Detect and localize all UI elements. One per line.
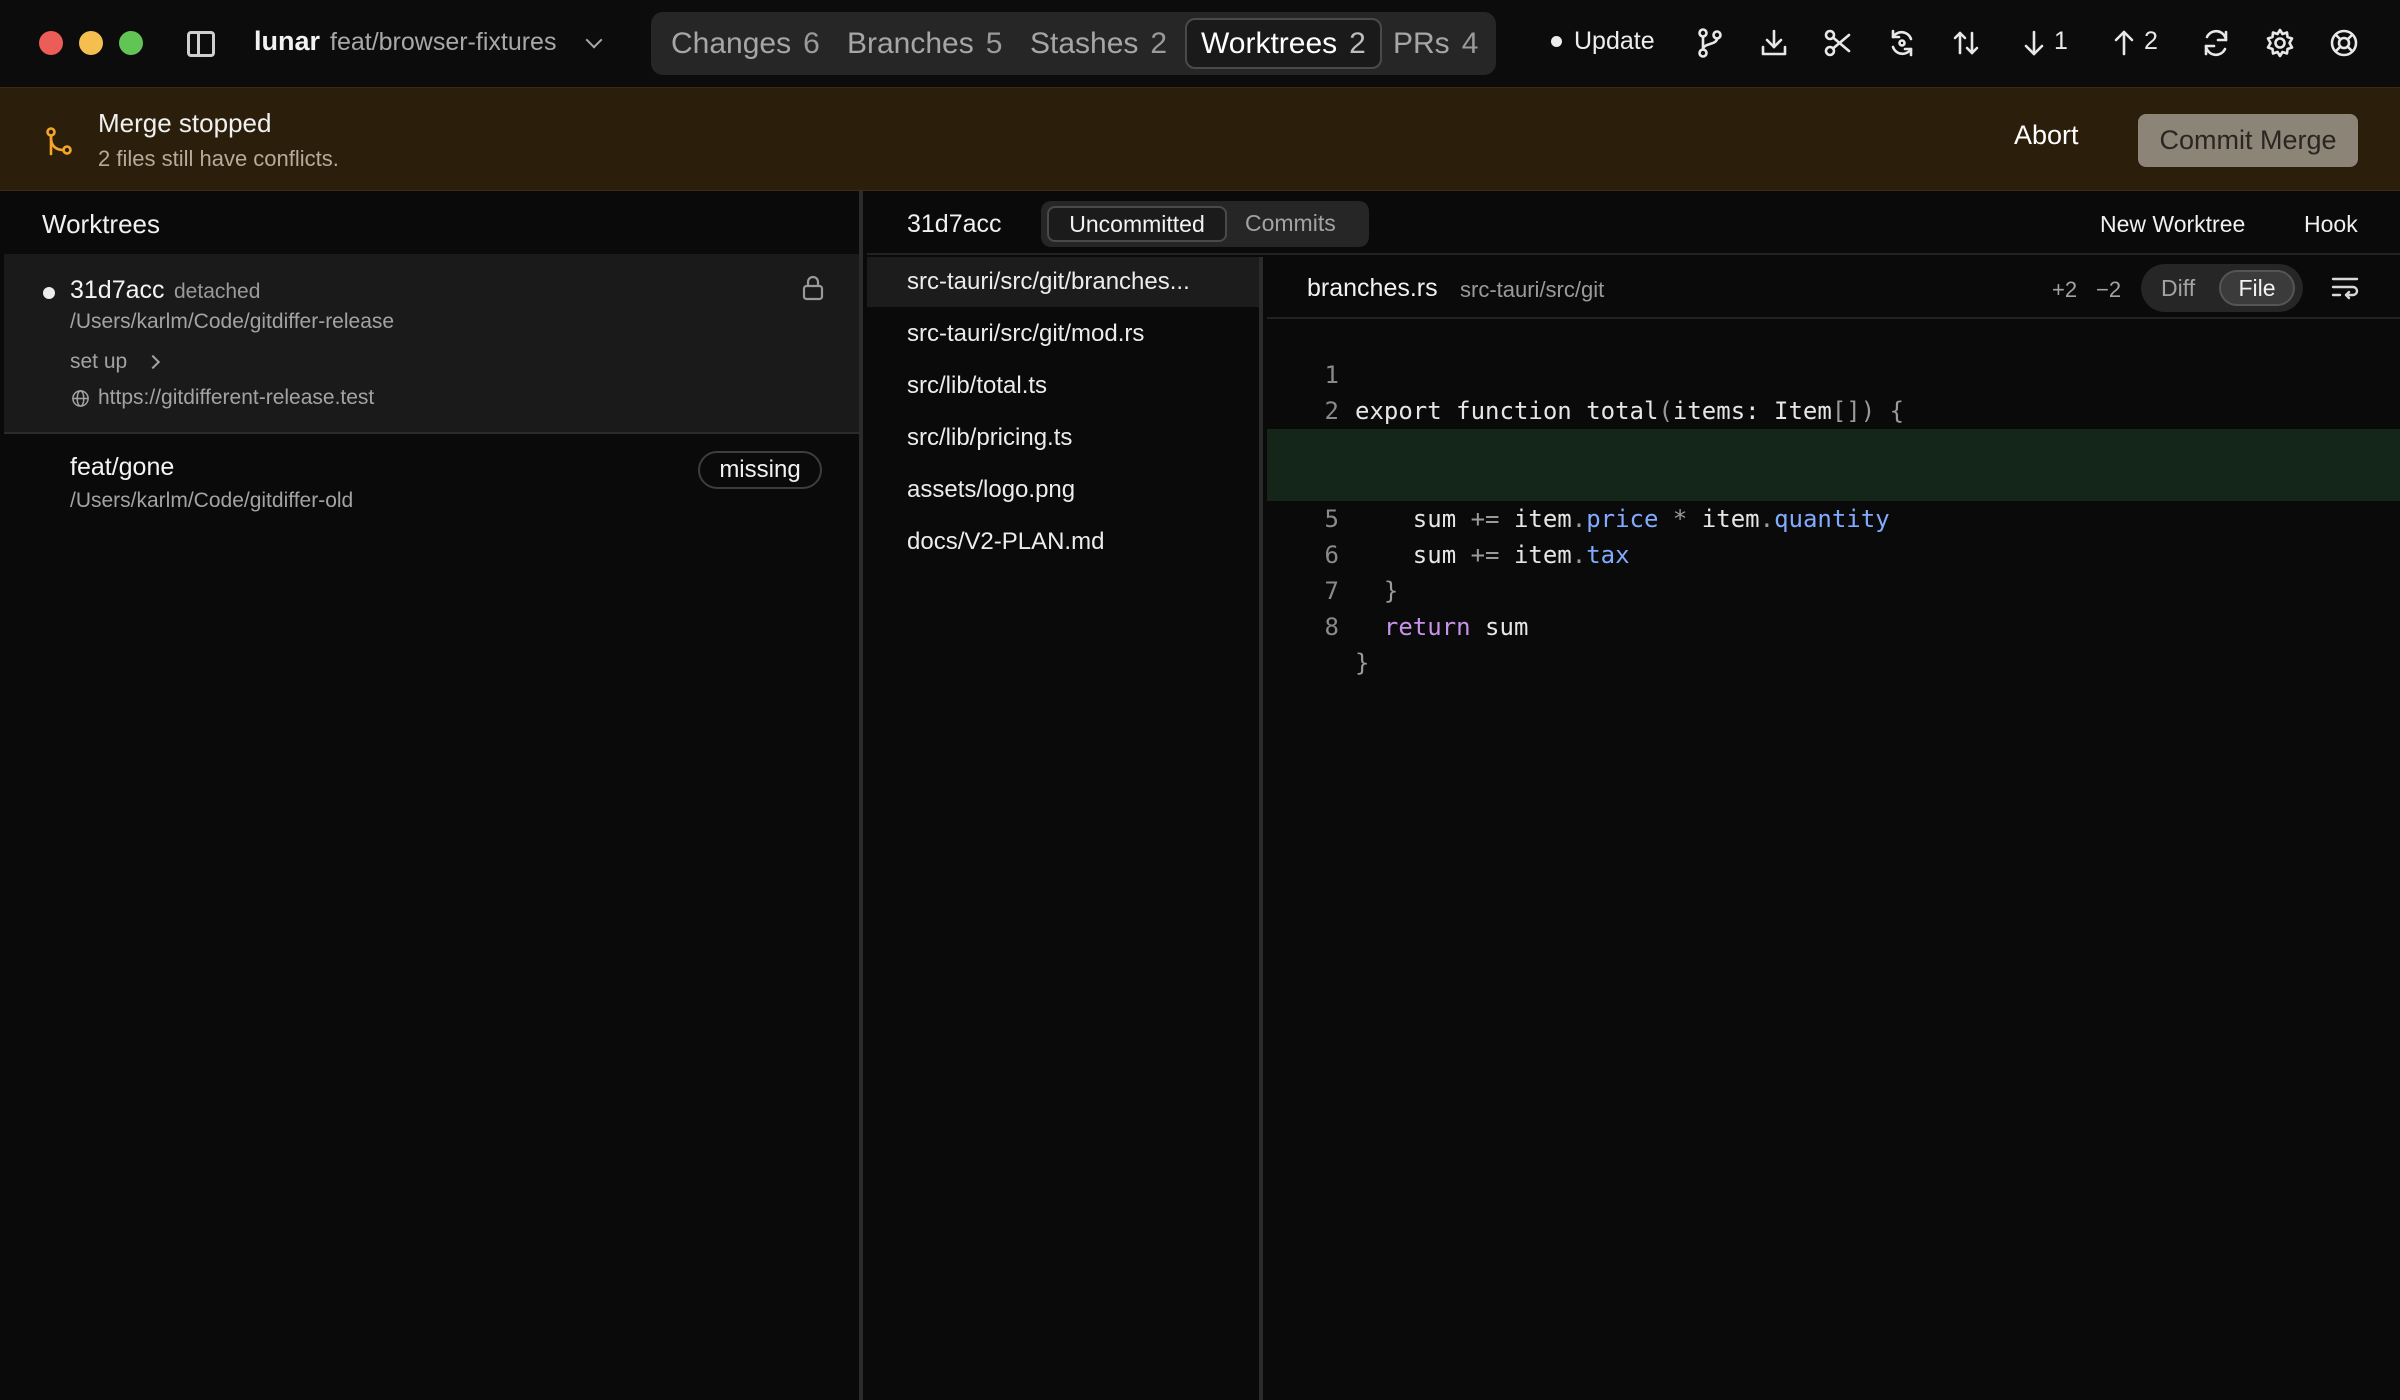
code-line: 7 return sum [1267, 537, 2400, 641]
line-text: return sum [1383, 613, 1529, 641]
worktree-tag: detached [174, 280, 261, 303]
gear-icon[interactable] [2262, 25, 2298, 61]
file-item[interactable]: src/lib/pricing.ts [867, 413, 1259, 463]
diff-file-toggle: Diff File [2141, 264, 2303, 312]
wrap-lines-icon[interactable] [2330, 274, 2360, 302]
tab-label: PRs [1393, 26, 1450, 60]
code-line: 6 } [1267, 501, 2400, 605]
commit-hash: 31d7acc [907, 210, 1002, 238]
chevron-right-icon[interactable] [145, 354, 161, 370]
file-list: src-tauri/src/git/branches... src-tauri/… [867, 257, 1263, 1400]
tab-count: 2 [1349, 26, 1366, 60]
file-button[interactable]: File [2219, 270, 2295, 306]
main-tabs: Changes 6 Branches 5 Stashes 2 Worktrees 2 P… [651, 12, 1496, 75]
arrow-up-icon[interactable] [2106, 25, 2142, 61]
tab-commits[interactable]: Commits [1245, 210, 1336, 237]
code-line: 3 for (const item of items) { [1267, 393, 2400, 497]
new-worktree-button[interactable]: New Worktree [2100, 211, 2245, 238]
repo-name[interactable]: lunar [254, 26, 320, 57]
update-button[interactable]: Update [1551, 27, 1655, 56]
update-dot-icon [1551, 36, 1562, 47]
additions-count: +2 [2052, 277, 2078, 302]
code-line: 8 } [1267, 573, 2400, 677]
code-line: 2 let sum = 0 [1267, 357, 2400, 461]
tab-count: 6 [803, 26, 820, 60]
sync-icon[interactable] [2198, 25, 2234, 61]
tab-stashes[interactable]: Stashes 2 [1016, 18, 1181, 69]
lock-icon[interactable] [801, 274, 825, 302]
refresh-cycle-icon[interactable] [1884, 25, 1920, 61]
worktree-url[interactable]: https://gitdifferent-release.test [98, 386, 374, 410]
file-item[interactable]: docs/V2-PLAN.md [867, 517, 1259, 567]
active-dot-icon [43, 287, 55, 299]
tab-label: Stashes [1030, 26, 1139, 60]
tab-prs[interactable]: PRs 4 [1379, 18, 1492, 69]
merge-icon [42, 124, 76, 158]
tab-branches[interactable]: Branches 5 [833, 18, 1016, 69]
download-icon[interactable] [1756, 25, 1792, 61]
branch-icon[interactable] [1692, 25, 1728, 61]
worktree-path: /Users/karlm/Code/gitdiffer-release [70, 310, 395, 333]
tab-worktrees[interactable]: Worktrees 2 [1185, 18, 1382, 69]
code-line-added: 5 sum += item.tax [1267, 465, 2400, 569]
view-toggle: Uncommitted Commits [1041, 201, 1369, 247]
tab-count: 4 [1461, 26, 1479, 60]
line-text: } [1355, 649, 1370, 677]
banner-title: Merge stopped [98, 108, 272, 138]
status-badge: missing [698, 451, 822, 489]
push-count: 2 [2144, 27, 2158, 55]
worktree-name: 31d7acc [70, 276, 165, 304]
file-item[interactable]: assets/logo.png [867, 465, 1259, 515]
code-line: 1 export function total(items: Item[]) { [1267, 321, 2400, 425]
help-icon[interactable] [2326, 25, 2362, 61]
editor-header: branches.rs src-tauri/src/git +2 −2 Diff… [1267, 257, 2400, 319]
window-minimize-button[interactable] [79, 31, 103, 55]
window-close-button[interactable] [39, 31, 63, 55]
window-maximize-button[interactable] [119, 31, 143, 55]
abort-button[interactable]: Abort [2014, 120, 2079, 151]
code-view[interactable]: 1 export function total(items: Item[]) {… [1267, 321, 2400, 677]
sidebar-toggle-icon[interactable] [187, 31, 215, 57]
deletions-count: −2 [2096, 277, 2122, 302]
worktree-item[interactable]: 31d7acc detached /Users/karlm/Code/gitdi… [4, 254, 859, 434]
pane-title: Worktrees [42, 209, 160, 239]
worktrees-pane: Worktrees 31d7acc detached /Users/karlm/… [0, 191, 863, 1400]
chevron-down-icon[interactable] [585, 31, 603, 49]
hook-button[interactable]: Hook [2304, 211, 2358, 238]
tab-label: Worktrees [1201, 26, 1338, 60]
update-label: Update [1574, 27, 1655, 55]
globe-icon [71, 389, 90, 408]
arrow-down-icon[interactable] [2016, 25, 2052, 61]
tab-changes[interactable]: Changes 6 [657, 18, 834, 69]
setup-link[interactable]: set up [70, 350, 127, 374]
editor-file-dir: src-tauri/src/git [1460, 277, 1605, 302]
editor-file-name: branches.rs [1307, 274, 1438, 302]
merge-banner: Merge stopped 2 files still have conflic… [0, 87, 2400, 191]
banner-subtitle: 2 files still have conflicts. [98, 146, 339, 171]
scissors-icon[interactable] [1820, 25, 1856, 61]
line-number: 8 [1324, 613, 1339, 641]
commit-merge-button[interactable]: Commit Merge [2138, 114, 2358, 167]
pull-count: 1 [2054, 27, 2068, 55]
worktree-path: /Users/karlm/Code/gitdiffer-old [70, 489, 354, 512]
tab-label: Changes [671, 26, 792, 60]
file-item[interactable]: src-tauri/src/git/branches... [867, 257, 1259, 307]
tab-label: Branches [847, 26, 974, 60]
sort-arrows-icon[interactable] [1948, 25, 1984, 61]
tab-count: 5 [985, 26, 1003, 60]
diff-button[interactable]: Diff [2161, 275, 2195, 302]
worktree-name: feat/gone [70, 453, 175, 481]
file-item[interactable]: src-tauri/src/git/mod.rs [867, 309, 1259, 359]
code-editor: branches.rs src-tauri/src/git +2 −2 Diff… [1267, 257, 2400, 1400]
detail-header: 31d7acc Uncommitted Commits New Worktree… [867, 191, 2400, 255]
tab-uncommitted[interactable]: Uncommitted [1047, 206, 1227, 242]
branch-selector[interactable]: feat/browser-fixtures [330, 28, 556, 57]
title-bar: lunar feat/browser-fixtures Changes 6 Bra… [0, 0, 2400, 87]
file-item[interactable]: src/lib/total.ts [867, 361, 1259, 411]
code-line-added: 4 sum += item.price * item.quantity [1267, 429, 2400, 533]
tab-count: 2 [1150, 26, 1168, 60]
